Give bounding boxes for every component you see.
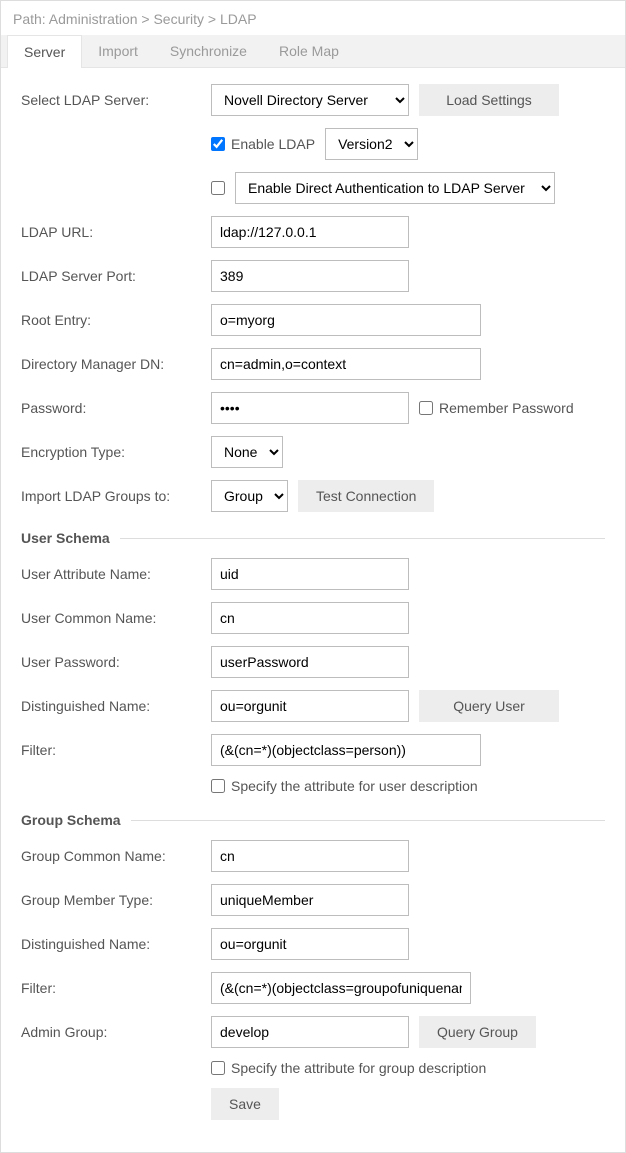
- group-member-type-label: Group Member Type:: [21, 892, 211, 908]
- tab-synchronize[interactable]: Synchronize: [154, 35, 263, 67]
- user-password-label: User Password:: [21, 654, 211, 670]
- save-button[interactable]: Save: [211, 1088, 279, 1120]
- import-groups-select[interactable]: Group: [211, 480, 288, 512]
- enable-ldap-checkbox[interactable]: [211, 137, 225, 151]
- remember-password-label: Remember Password: [439, 400, 574, 416]
- group-common-name-input[interactable]: [211, 840, 409, 872]
- group-dn-input[interactable]: [211, 928, 409, 960]
- user-password-input[interactable]: [211, 646, 409, 678]
- group-filter-input[interactable]: [211, 972, 471, 1004]
- tabs: Server Import Synchronize Role Map: [1, 35, 625, 68]
- password-input[interactable]: [211, 392, 409, 424]
- enable-direct-checkbox[interactable]: [211, 181, 225, 195]
- specify-user-desc-label: Specify the attribute for user descripti…: [231, 778, 478, 794]
- specify-group-desc-checkbox[interactable]: [211, 1061, 225, 1075]
- remember-password-checkbox[interactable]: [419, 401, 433, 415]
- group-dn-label: Distinguished Name:: [21, 936, 211, 952]
- group-member-type-input[interactable]: [211, 884, 409, 916]
- encryption-label: Encryption Type:: [21, 444, 211, 460]
- user-dn-input[interactable]: [211, 690, 409, 722]
- user-common-name-label: User Common Name:: [21, 610, 211, 626]
- dir-manager-dn-input[interactable]: [211, 348, 481, 380]
- tab-role-map[interactable]: Role Map: [263, 35, 355, 67]
- encryption-select[interactable]: None: [211, 436, 283, 468]
- user-dn-label: Distinguished Name:: [21, 698, 211, 714]
- group-schema-title: Group Schema: [21, 812, 131, 828]
- select-server-label: Select LDAP Server:: [21, 92, 211, 108]
- group-common-name-label: Group Common Name:: [21, 848, 211, 864]
- admin-group-input[interactable]: [211, 1016, 409, 1048]
- load-settings-button[interactable]: Load Settings: [419, 84, 559, 116]
- user-schema-title: User Schema: [21, 530, 120, 546]
- user-filter-input[interactable]: [211, 734, 481, 766]
- server-select[interactable]: Novell Directory Server: [211, 84, 409, 116]
- import-groups-label: Import LDAP Groups to:: [21, 488, 211, 504]
- divider: [131, 820, 605, 821]
- version-select[interactable]: Version2: [325, 128, 418, 160]
- user-attr-name-input[interactable]: [211, 558, 409, 590]
- dir-manager-dn-label: Directory Manager DN:: [21, 356, 211, 372]
- query-user-button[interactable]: Query User: [419, 690, 559, 722]
- root-entry-input[interactable]: [211, 304, 481, 336]
- direct-auth-select[interactable]: Enable Direct Authentication to LDAP Ser…: [235, 172, 555, 204]
- breadcrumb: Path: Administration > Security > LDAP: [1, 1, 625, 35]
- test-connection-button[interactable]: Test Connection: [298, 480, 434, 512]
- root-entry-label: Root Entry:: [21, 312, 211, 328]
- server-port-label: LDAP Server Port:: [21, 268, 211, 284]
- group-filter-label: Filter:: [21, 980, 211, 996]
- specify-group-desc-label: Specify the attribute for group descript…: [231, 1060, 486, 1076]
- admin-group-label: Admin Group:: [21, 1024, 211, 1040]
- server-port-input[interactable]: [211, 260, 409, 292]
- ldap-url-label: LDAP URL:: [21, 224, 211, 240]
- user-common-name-input[interactable]: [211, 602, 409, 634]
- password-label: Password:: [21, 400, 211, 416]
- enable-ldap-label: Enable LDAP: [231, 136, 315, 152]
- user-attr-name-label: User Attribute Name:: [21, 566, 211, 582]
- tab-import[interactable]: Import: [82, 35, 154, 67]
- query-group-button[interactable]: Query Group: [419, 1016, 536, 1048]
- ldap-url-input[interactable]: [211, 216, 409, 248]
- divider: [120, 538, 605, 539]
- tab-server[interactable]: Server: [7, 35, 82, 68]
- specify-user-desc-checkbox[interactable]: [211, 779, 225, 793]
- user-filter-label: Filter:: [21, 742, 211, 758]
